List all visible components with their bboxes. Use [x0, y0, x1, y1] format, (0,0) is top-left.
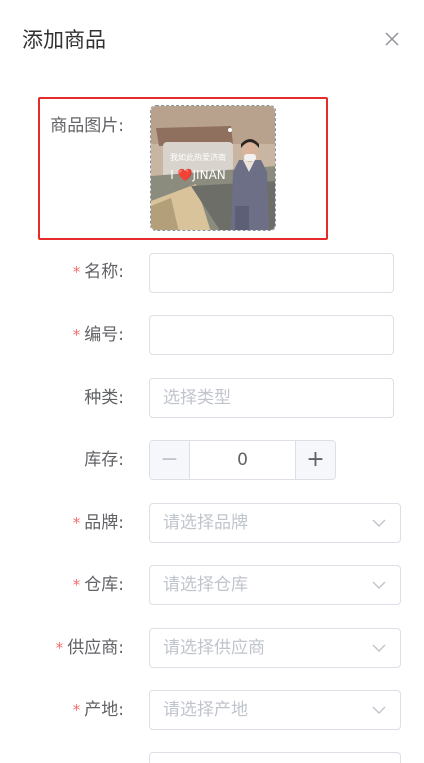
image-text-line2: I ❤️JINAN: [170, 168, 226, 182]
category-input[interactable]: 选择类型: [149, 378, 394, 418]
brand-label: * 品牌:: [72, 513, 124, 533]
add-product-dialog: 添加商品 商品图片: 我如此热爱济南 I ❤️JINAN * 名称: * 编号:…: [0, 0, 424, 763]
name-input[interactable]: [149, 253, 394, 293]
stock-value[interactable]: 0: [190, 450, 295, 470]
minus-icon: −: [160, 447, 179, 472]
next-field-partial[interactable]: [149, 752, 401, 763]
image-text-line1: 我如此热爱济南: [170, 152, 226, 162]
product-image-uploader[interactable]: 我如此热爱济南 I ❤️JINAN: [150, 105, 276, 231]
chevron-down-icon: [372, 706, 386, 714]
dialog-title: 添加商品: [22, 28, 106, 52]
chevron-down-icon: [372, 644, 386, 652]
product-image: 我如此热爱济南 I ❤️JINAN: [151, 106, 275, 230]
warehouse-select[interactable]: 请选择仓库: [149, 565, 401, 605]
image-label: 商品图片:: [50, 116, 124, 136]
category-label: 种类:: [84, 388, 124, 408]
origin-placeholder: 请选择产地: [163, 700, 248, 720]
stock-label: 库存:: [84, 450, 124, 470]
stock-increase-button[interactable]: +: [295, 441, 335, 479]
brand-select[interactable]: 请选择品牌: [149, 503, 401, 543]
code-label: * 编号:: [72, 325, 124, 345]
stock-decrease-button[interactable]: −: [150, 441, 190, 479]
supplier-select[interactable]: 请选择供应商: [149, 628, 401, 668]
origin-label: * 产地:: [72, 700, 124, 720]
category-placeholder: 选择类型: [163, 388, 231, 408]
close-icon[interactable]: [382, 29, 402, 49]
warehouse-label: * 仓库:: [72, 575, 124, 595]
chevron-down-icon: [372, 519, 386, 527]
plus-icon: +: [306, 447, 325, 472]
supplier-placeholder: 请选择供应商: [163, 638, 265, 658]
code-input[interactable]: [149, 315, 394, 355]
supplier-label: * 供应商:: [55, 638, 124, 658]
brand-placeholder: 请选择品牌: [163, 513, 248, 533]
chevron-down-icon: [372, 581, 386, 589]
stock-stepper: − 0 +: [149, 440, 336, 480]
warehouse-placeholder: 请选择仓库: [163, 575, 248, 595]
origin-select[interactable]: 请选择产地: [149, 690, 401, 730]
name-label: * 名称:: [72, 262, 124, 282]
